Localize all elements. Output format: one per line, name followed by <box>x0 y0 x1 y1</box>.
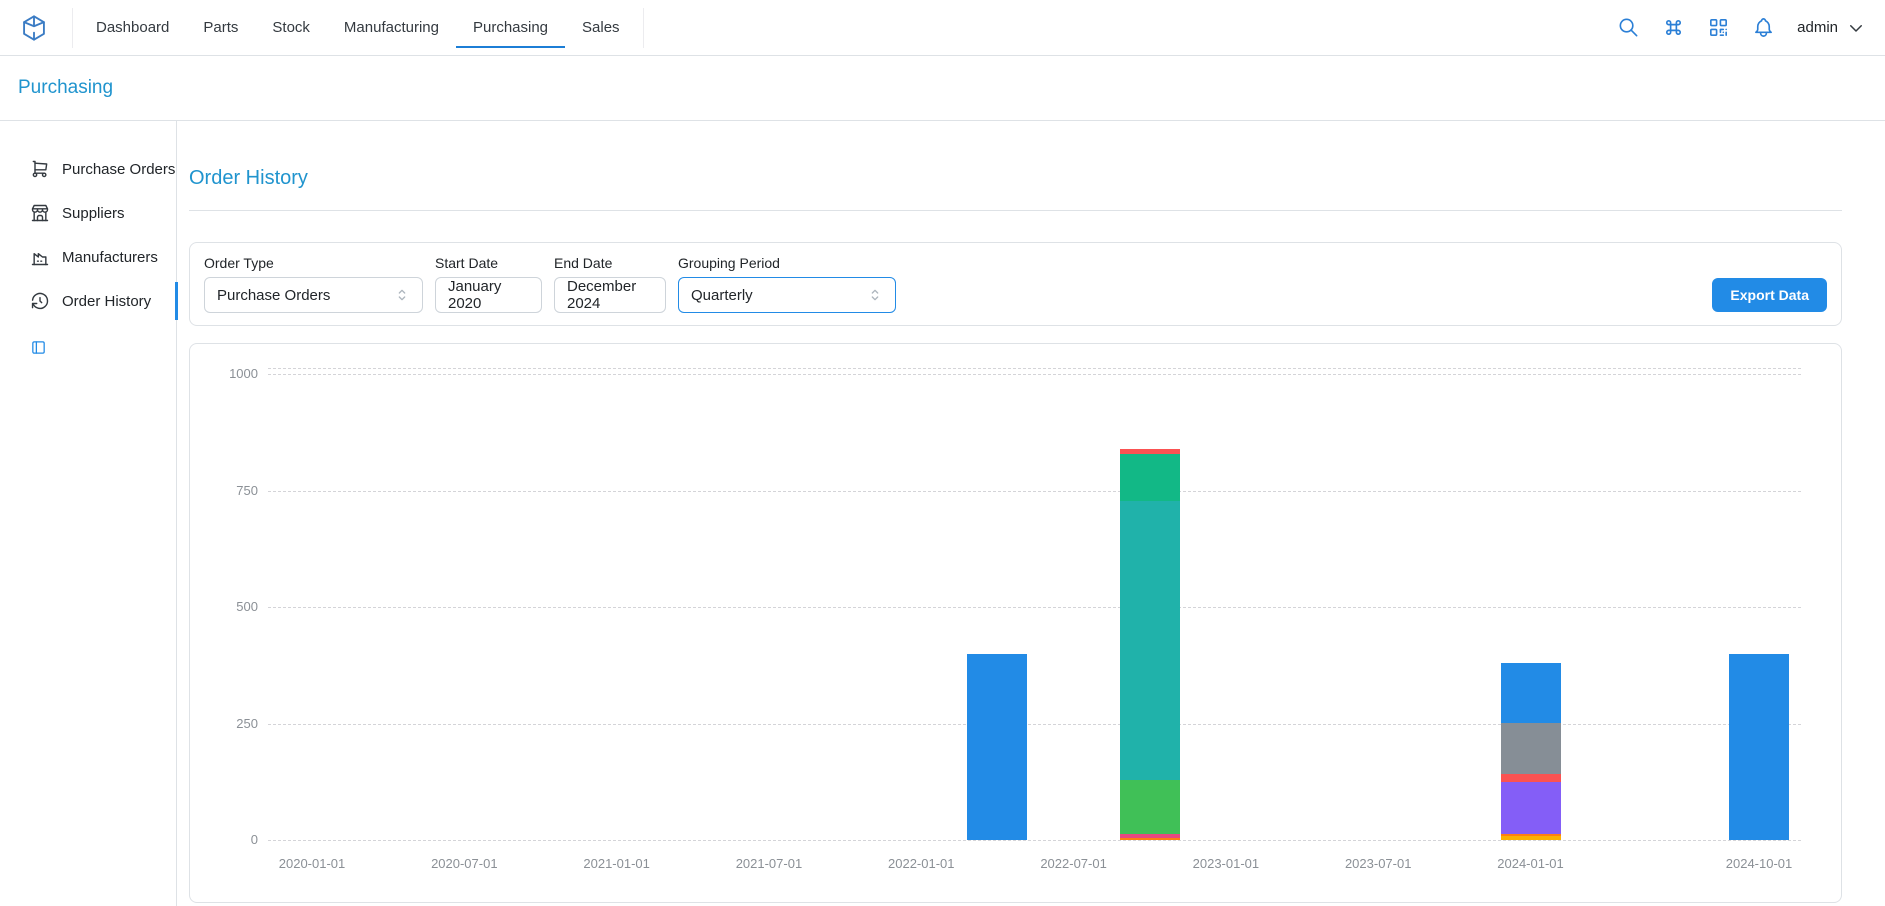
grouping-period-field: Grouping Period Quarterly <box>678 255 896 313</box>
nav-tab-sales[interactable]: Sales <box>565 8 637 48</box>
export-data-button[interactable]: Export Data <box>1712 278 1827 312</box>
y-axis-tick-label: 250 <box>202 716 258 732</box>
bar-segment[interactable] <box>1501 782 1561 834</box>
sidebar-item-suppliers[interactable]: Suppliers <box>0 191 176 235</box>
sidebar-item-label: Manufacturers <box>62 249 158 266</box>
filter-panel: Order Type Purchase Orders Start Date Ja… <box>189 242 1842 326</box>
end-date-field: End Date December 2024 <box>554 255 666 313</box>
x-axis-tick-label: 2022-07-01 <box>1014 856 1134 872</box>
command-icon[interactable] <box>1662 16 1685 39</box>
bar-segment[interactable] <box>1729 654 1789 840</box>
top-navbar: Dashboard Parts Stock Manufacturing Purc… <box>0 0 1885 56</box>
section-title: Order History <box>189 167 1842 190</box>
bar-segment[interactable] <box>1120 834 1180 838</box>
grouping-period-select[interactable]: Quarterly <box>678 277 896 313</box>
x-axis-tick-label: 2023-07-01 <box>1318 856 1438 872</box>
gridline <box>268 491 1801 492</box>
user-menu[interactable]: admin <box>1797 19 1865 37</box>
x-axis-tick-label: 2021-07-01 <box>709 856 829 872</box>
chevron-down-icon <box>1847 19 1865 37</box>
bar-segment[interactable] <box>1501 836 1561 840</box>
x-axis-tick-label: 2020-01-01 <box>252 856 372 872</box>
bar-segment[interactable] <box>1120 449 1180 454</box>
sidebar: Purchase Orders Suppliers Manufacturers … <box>0 121 177 906</box>
qrcode-icon[interactable] <box>1707 16 1730 39</box>
page-header: Purchasing <box>0 56 1885 121</box>
bar-segment[interactable] <box>1501 774 1561 782</box>
y-axis-tick-label: 750 <box>202 483 258 499</box>
x-axis-tick-label: 2023-01-01 <box>1166 856 1286 872</box>
sidebar-item-order-history[interactable]: Order History <box>0 279 176 323</box>
order-history-chart: 0 250 500 750 1000 2020-01-01 2020-07-01 2021-0… <box>190 344 1841 902</box>
shopping-cart-icon <box>30 159 50 179</box>
bar-segment[interactable] <box>1120 501 1180 781</box>
y-axis-tick-label: 1000 <box>202 366 258 382</box>
start-date-field: Start Date January 2020 <box>435 255 542 313</box>
grouping-period-label: Grouping Period <box>678 255 896 271</box>
gridline <box>268 724 1801 725</box>
end-date-value: December 2024 <box>567 278 653 312</box>
nav-tab-parts[interactable]: Parts <box>186 8 255 48</box>
history-icon <box>30 291 50 311</box>
x-axis-tick-label: 2020-07-01 <box>404 856 524 872</box>
y-axis-tick-label: 500 <box>202 599 258 615</box>
username-label: admin <box>1797 19 1838 36</box>
bar-segment[interactable] <box>1120 454 1180 501</box>
page-title: Purchasing <box>18 77 113 99</box>
x-axis-tick-label: 2022-01-01 <box>861 856 981 872</box>
search-icon[interactable] <box>1617 16 1640 39</box>
y-axis-tick-label: 0 <box>202 832 258 848</box>
nav-tab-stock[interactable]: Stock <box>255 8 327 48</box>
app-logo-icon[interactable] <box>20 14 48 42</box>
nav-tab-manufacturing[interactable]: Manufacturing <box>327 8 456 48</box>
bar-segment[interactable] <box>1120 780 1180 834</box>
sidebar-item-label: Order History <box>62 293 151 310</box>
content: Purchase Orders Suppliers Manufacturers … <box>0 121 1885 906</box>
bar-segment[interactable] <box>1501 663 1561 723</box>
plot-top-line <box>268 368 1801 369</box>
gridline <box>268 607 1801 608</box>
building-store-icon <box>30 203 50 223</box>
building-factory-icon <box>30 247 50 267</box>
sidebar-item-purchase-orders[interactable]: Purchase Orders <box>0 147 176 191</box>
layout-sidebar-icon[interactable] <box>30 339 47 356</box>
sidebar-item-manufacturers[interactable]: Manufacturers <box>0 235 176 279</box>
order-type-field: Order Type Purchase Orders <box>204 255 423 313</box>
end-date-input[interactable]: December 2024 <box>554 277 666 313</box>
chart-card: 0 250 500 750 1000 2020-01-01 2020-07-01 2021-0… <box>189 343 1842 903</box>
grouping-period-value: Quarterly <box>691 287 753 304</box>
start-date-label: Start Date <box>435 255 542 271</box>
bar-segment[interactable] <box>1120 838 1180 840</box>
nav-tab-dashboard[interactable]: Dashboard <box>79 8 186 48</box>
navbar-actions: admin <box>1617 16 1865 39</box>
main-nav: Dashboard Parts Stock Manufacturing Purc… <box>72 8 644 48</box>
main-panel: Order History Order Type Purchase Orders… <box>177 121 1885 906</box>
sidebar-item-label: Suppliers <box>62 205 125 222</box>
bar-segment[interactable] <box>1501 723 1561 774</box>
x-axis-tick-label: 2024-10-01 <box>1699 856 1819 872</box>
bar-segment[interactable] <box>967 654 1027 840</box>
order-type-label: Order Type <box>204 255 423 271</box>
section-divider <box>189 210 1842 211</box>
order-type-select[interactable]: Purchase Orders <box>204 277 423 313</box>
bell-icon[interactable] <box>1752 16 1775 39</box>
selector-chevrons-icon <box>867 287 883 303</box>
selector-chevrons-icon <box>394 287 410 303</box>
gridline <box>268 374 1801 375</box>
order-type-value: Purchase Orders <box>217 287 330 304</box>
x-axis-tick-label: 2021-01-01 <box>557 856 677 872</box>
sidebar-item-label: Purchase Orders <box>62 161 175 178</box>
x-axis-tick-label: 2024-01-01 <box>1471 856 1591 872</box>
end-date-label: End Date <box>554 255 666 271</box>
start-date-value: January 2020 <box>448 278 529 312</box>
bar-segment[interactable] <box>1501 834 1561 836</box>
nav-tab-purchasing[interactable]: Purchasing <box>456 8 565 48</box>
start-date-input[interactable]: January 2020 <box>435 277 542 313</box>
gridline <box>268 840 1801 841</box>
